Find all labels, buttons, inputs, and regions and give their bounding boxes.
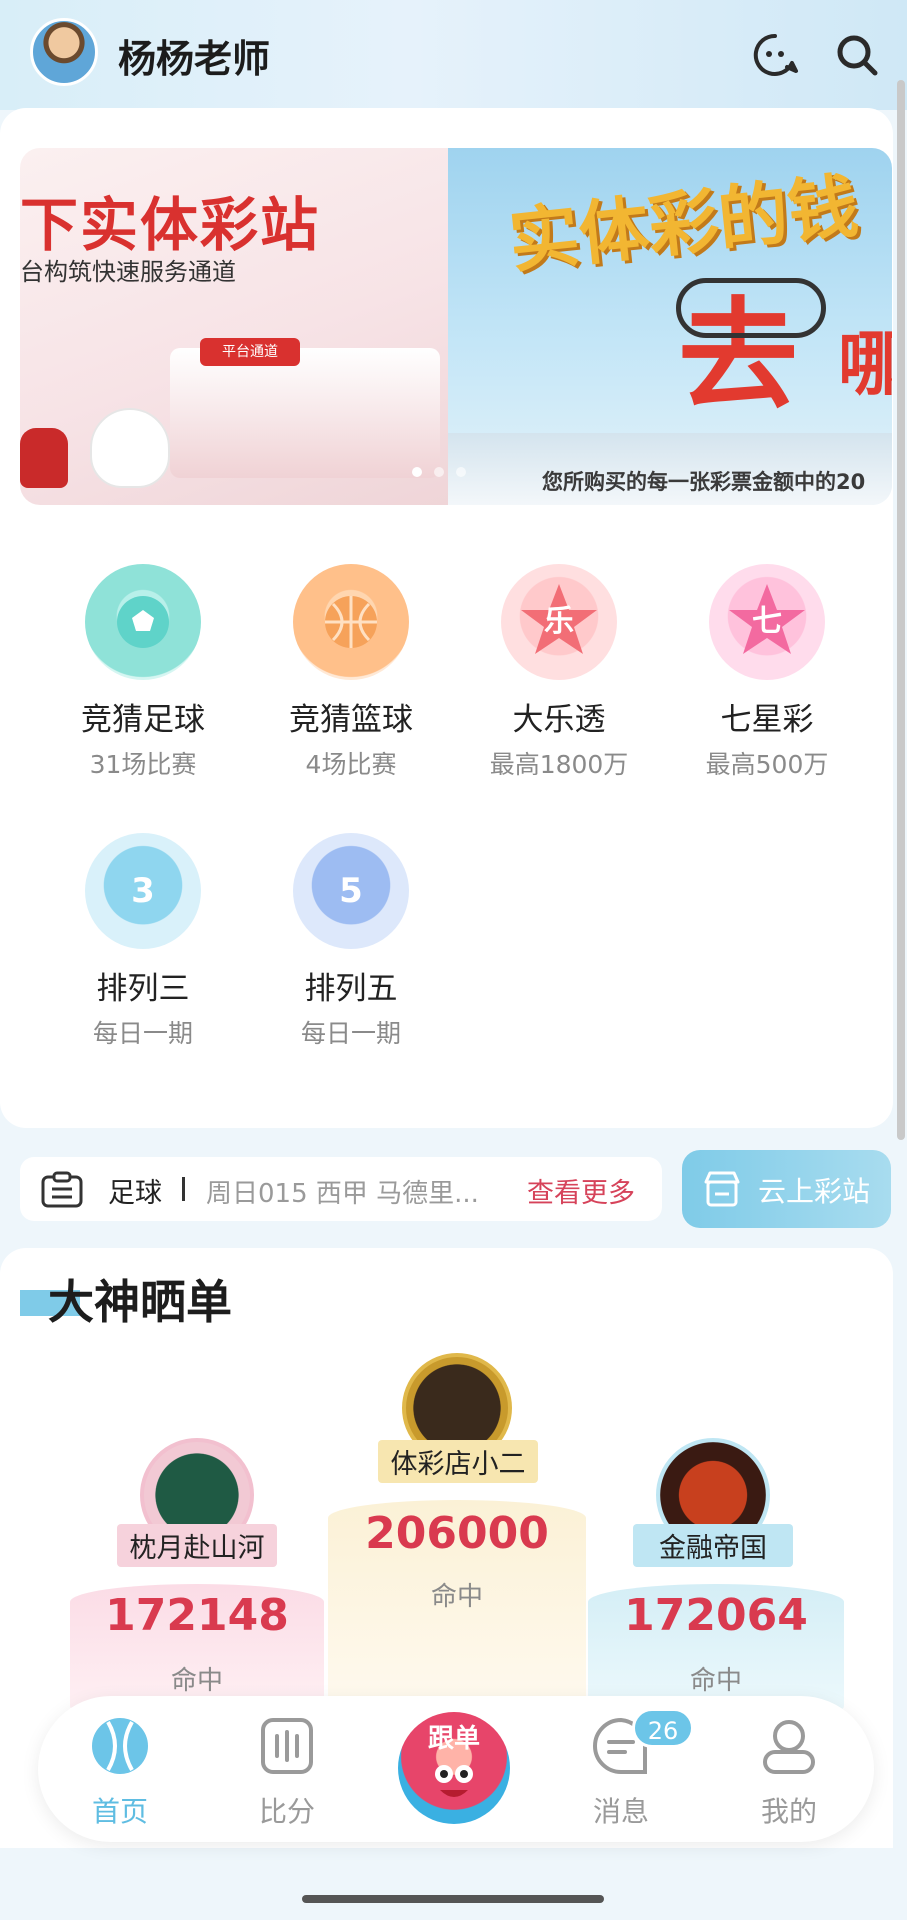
score-first: 206000 (365, 1508, 549, 1559)
game-football[interactable]: 竞猜足球 31场比赛 (53, 564, 233, 781)
hit-label-third: 命中 (689, 1666, 742, 1696)
message-badge: 26 (632, 1708, 694, 1748)
name-first[interactable]: 体彩店小二 (378, 1440, 538, 1483)
notice-divider (182, 1177, 185, 1201)
banner-slide-right: 实体彩的钱 去 哪 您所购买的每一张彩票金额中的20 (448, 148, 892, 505)
nav-follow[interactable]: 跟单 (398, 1712, 510, 1824)
notice-category: 足球 (108, 1178, 162, 1209)
star-glyph: 七 (752, 604, 782, 639)
mascot-illustration (90, 408, 170, 488)
game-pailie3[interactable]: 3 排列三 每日一期 (53, 833, 233, 1050)
game-name: 大乐透 (512, 702, 606, 738)
nav-score[interactable]: 比分 (237, 1714, 337, 1830)
store-icon (704, 1171, 740, 1207)
profile-icon (763, 1720, 815, 1774)
game-basketball[interactable]: 竞猜篮球 4场比赛 (261, 564, 441, 781)
game-qixingcai[interactable]: 七 七星彩 最高500万 (677, 564, 857, 781)
game-name: 排列五 (304, 971, 398, 1007)
banner-stage-illustration (170, 348, 440, 478)
score-icon (261, 1718, 313, 1774)
ball-glyph: 5 (339, 871, 363, 911)
match-notice-bar[interactable]: 足球 周日015 西甲 马德里... 查看更多 (20, 1157, 662, 1221)
follow-label: 跟单 (427, 1724, 480, 1754)
ball-glyph: 3 (131, 871, 155, 911)
ball-3-icon: 3 (85, 833, 201, 949)
game-name: 七星彩 (720, 702, 814, 738)
scrollbar[interactable] (897, 80, 905, 1140)
user-avatar[interactable] (30, 18, 98, 86)
search-icon[interactable] (832, 30, 882, 80)
notice-icon (41, 1171, 83, 1208)
hit-label-first: 命中 (430, 1582, 483, 1612)
game-name: 竞猜足球 (81, 702, 205, 738)
ranking-title: 大神晒单 (48, 1275, 232, 1329)
scooter-illustration (20, 428, 68, 488)
banner-slide-left: 下实体彩站 台构筑快速服务通道 平台通道 (20, 148, 448, 505)
cloud-store-label: 云上彩站 (758, 1175, 871, 1208)
home-indicator[interactable] (302, 1895, 604, 1903)
name-second[interactable]: 枕月赴山河 (117, 1524, 277, 1567)
star-le-icon: 乐 (501, 564, 617, 680)
game-name: 排列三 (96, 971, 190, 1007)
nav-label: 我的 (760, 1795, 817, 1828)
nav-home[interactable]: 首页 (70, 1714, 170, 1830)
banner-left-subtitle: 台构筑快速服务通道 (20, 258, 236, 286)
football-icon (85, 564, 201, 680)
game-sub: 每日一期 (92, 1019, 193, 1048)
game-name: 竞猜篮球 (289, 702, 413, 738)
game-sub: 最高1800万 (489, 750, 629, 779)
nav-label: 比分 (258, 1795, 315, 1828)
banner-dot[interactable] (456, 467, 466, 477)
basketball-icon (293, 564, 409, 680)
banner-dot[interactable] (434, 467, 444, 477)
game-daletou[interactable]: 乐 大乐透 最高1800万 (469, 564, 649, 781)
score-second: 172148 (105, 1590, 289, 1641)
chat-bot-icon[interactable] (750, 30, 800, 80)
banner-sign: 平台通道 (200, 338, 300, 366)
banner-pagination (412, 462, 478, 481)
banner-caption: 您所购买的每一张彩票金额中的20 (542, 470, 866, 494)
nav-profile[interactable]: 我的 (739, 1714, 839, 1830)
game-sub: 最高500万 (705, 750, 829, 779)
game-sub: 31场比赛 (89, 750, 197, 779)
nav-label: 首页 (91, 1795, 148, 1828)
home-ball-icon (92, 1718, 148, 1774)
follow-mascot-icon (435, 1765, 473, 1797)
notice-text[interactable]: 周日015 西甲 马德里... (206, 1173, 496, 1210)
cloud-store-button[interactable]: 云上彩站 (682, 1150, 891, 1228)
game-sub: 每日一期 (300, 1019, 401, 1048)
game-sub: 4场比赛 (305, 750, 397, 779)
ball-5-icon: 5 (293, 833, 409, 949)
score-third: 172064 (624, 1590, 808, 1641)
banner-right-small-char: 哪 (838, 323, 892, 405)
nav-label: 消息 (592, 1795, 649, 1828)
promo-banner[interactable]: 下实体彩站 台构筑快速服务通道 平台通道 实体彩的钱 去 哪 您所购买的每一张彩… (20, 148, 892, 505)
username[interactable]: 杨杨老师 (118, 28, 270, 83)
game-pailie5[interactable]: 5 排列五 每日一期 (261, 833, 441, 1050)
star-qi-icon: 七 (709, 564, 825, 680)
banner-left-title: 下实体彩站 (20, 191, 321, 259)
name-third[interactable]: 金融帝国 (633, 1524, 793, 1567)
view-more-link[interactable]: 查看更多 (527, 1171, 635, 1210)
star-glyph: 乐 (544, 604, 574, 639)
glasses-illustration (676, 278, 826, 338)
hit-label-second: 命中 (170, 1666, 223, 1696)
banner-dot[interactable] (412, 467, 422, 477)
